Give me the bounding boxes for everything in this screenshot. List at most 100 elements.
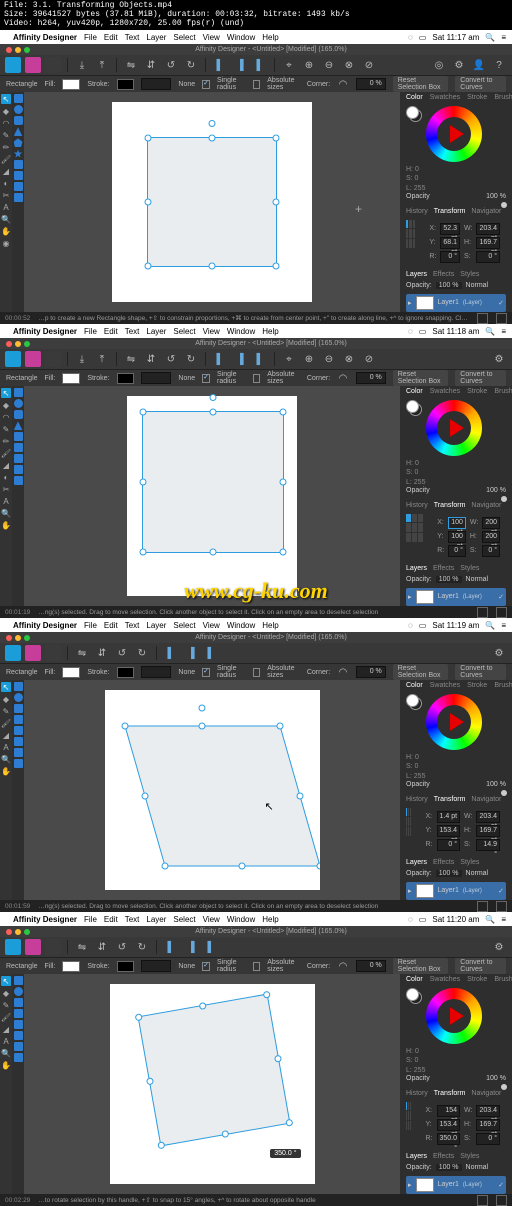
stroke-swatch[interactable] [117,79,135,90]
tab-effects[interactable]: Effects [433,565,454,572]
brush-tool-icon[interactable]: 🖌 [1,718,11,728]
transform-y[interactable]: 153.4 pt [437,1119,461,1131]
menu-file[interactable]: File [84,33,97,42]
tab-styles[interactable]: Styles [460,1153,479,1160]
menu-layer[interactable]: Layer [146,33,166,42]
handle-tm[interactable] [209,135,216,142]
zoom-tool-icon[interactable]: 🔍 [1,754,11,764]
abs-sizes-check[interactable] [253,962,260,971]
transform-w[interactable]: 203.4 pt [476,1105,500,1117]
preferences-icon[interactable]: ⚙ [451,57,467,73]
stroke-width[interactable] [141,960,171,972]
menu-view[interactable]: View [203,915,220,924]
persona-export-icon[interactable] [45,351,61,367]
layer-visible-icon[interactable]: ✓ [498,1181,504,1189]
arrange-front-icon[interactable]: ⤒ [94,351,110,367]
abs-sizes-check[interactable] [253,668,260,677]
boolean-div-icon[interactable]: ⊘ [361,351,377,367]
shape-star-icon[interactable] [14,737,23,746]
handle-tr[interactable] [273,135,280,142]
menu-extras-icon[interactable]: ≡ [501,915,506,924]
shape-star-icon[interactable] [14,1031,23,1040]
stroke-swatch[interactable] [117,667,135,678]
menu-view[interactable]: View [203,33,220,42]
transparency-tool-icon[interactable]: ◐ [1,178,11,188]
snap-icon[interactable]: ⌖ [281,351,297,367]
align-center-icon[interactable]: ▐ [183,939,199,955]
clock[interactable]: Sat 11:17 am [432,33,479,42]
selection-bbox[interactable] [142,411,284,553]
text-tool-icon[interactable]: A [1,742,11,752]
shape-rect-icon[interactable] [14,94,23,103]
pencil-tool-icon[interactable]: ✏ [1,436,11,446]
boolean-int-icon[interactable]: ⊗ [341,351,357,367]
color-wheel[interactable] [426,400,482,456]
align-left-icon[interactable]: ▌ [212,57,228,73]
transform-w[interactable]: 203.4 pt [476,811,500,823]
fill-tool-icon[interactable]: ◢ [1,1024,11,1034]
selection-bbox[interactable] [147,137,277,267]
flip-v-icon[interactable]: ⇵ [94,645,110,661]
node-tool-icon[interactable]: ◆ [1,988,11,998]
search-icon[interactable]: 🔍 [485,915,495,924]
wifi-icon[interactable]: ◌ [408,327,413,336]
handle-tl[interactable] [134,1014,142,1022]
tab-effects[interactable]: Effects [433,859,454,866]
tab-navigator[interactable]: Navigator [471,502,501,509]
pen-tool-icon[interactable]: ✎ [1,1000,11,1010]
transform-h[interactable]: 200 pt [482,531,500,543]
layer-row[interactable]: ▸Layer1(Layer)✓ [406,588,506,606]
node-tool-icon[interactable]: ◆ [1,106,11,116]
text-tool-icon[interactable]: A [1,202,11,212]
clock[interactable]: Sat 11:20 am [432,915,479,924]
align-right-icon[interactable]: ▌ [203,645,219,661]
move-tool-icon[interactable]: ↖ [1,388,11,398]
shape-rect-icon[interactable] [14,388,23,397]
handle-tl[interactable] [145,135,152,142]
transform-r[interactable]: 0 ° [440,251,460,263]
shape-polygon-icon[interactable] [14,432,23,441]
tab-stroke[interactable]: Stroke [467,388,487,395]
corner-tool-icon[interactable]: ◠ [1,118,11,128]
pencil-tool-icon[interactable]: ✏ [1,142,11,152]
tab-history[interactable]: History [406,502,428,509]
menu-layer[interactable]: Layer [146,621,166,630]
tab-layers[interactable]: Layers [406,1153,427,1160]
search-icon[interactable]: 🔍 [485,621,495,630]
menu-edit[interactable]: Edit [104,915,118,924]
tab-layers[interactable]: Layers [406,859,427,866]
wifi-icon[interactable]: ◌ [408,915,413,924]
snap-toggle2-icon[interactable] [496,607,507,618]
abs-sizes-check[interactable] [253,374,260,383]
tab-brushes[interactable]: Brushes [494,976,512,983]
anchor-grid[interactable] [406,808,412,836]
tab-brushes[interactable]: Brushes [494,94,512,101]
tab-swatches[interactable]: Swatches [430,388,460,395]
blend-mode[interactable]: Normal [466,1164,489,1171]
rotate-ccw-icon[interactable]: ↺ [114,645,130,661]
fg-bg-swatch[interactable] [406,106,422,122]
layer-row[interactable]: ▸Layer1(Layer)✓ [406,1176,506,1194]
fg-bg-swatch[interactable] [406,694,422,710]
clock[interactable]: Sat 11:18 am [432,327,479,336]
persona-export-icon[interactable] [45,57,61,73]
menu-file[interactable]: File [84,621,97,630]
tab-transform[interactable]: Transform [434,1090,466,1097]
single-radius-check[interactable] [202,80,210,89]
flip-h-icon[interactable]: ⇋ [123,351,139,367]
transform-s[interactable]: 0 ° [482,545,500,557]
blend-mode[interactable]: Normal [466,282,489,289]
rotate-cw-icon[interactable]: ↻ [183,351,199,367]
rotate-handle-icon[interactable] [210,394,217,401]
menu-extras-icon[interactable]: ≡ [501,327,506,336]
shape-triangle-icon[interactable] [14,421,23,430]
handle-ml[interactable] [145,1078,153,1086]
menu-edit[interactable]: Edit [104,621,118,630]
shape-triangle-icon[interactable] [14,1009,23,1018]
handle-br[interactable] [280,549,287,556]
shape-polygon-icon[interactable] [14,1020,23,1029]
shape-ellipse-icon[interactable] [14,987,23,996]
shape-more2-icon[interactable] [14,1053,23,1062]
handle-tr[interactable] [280,409,287,416]
corner-pct[interactable]: 0 % [356,372,386,384]
